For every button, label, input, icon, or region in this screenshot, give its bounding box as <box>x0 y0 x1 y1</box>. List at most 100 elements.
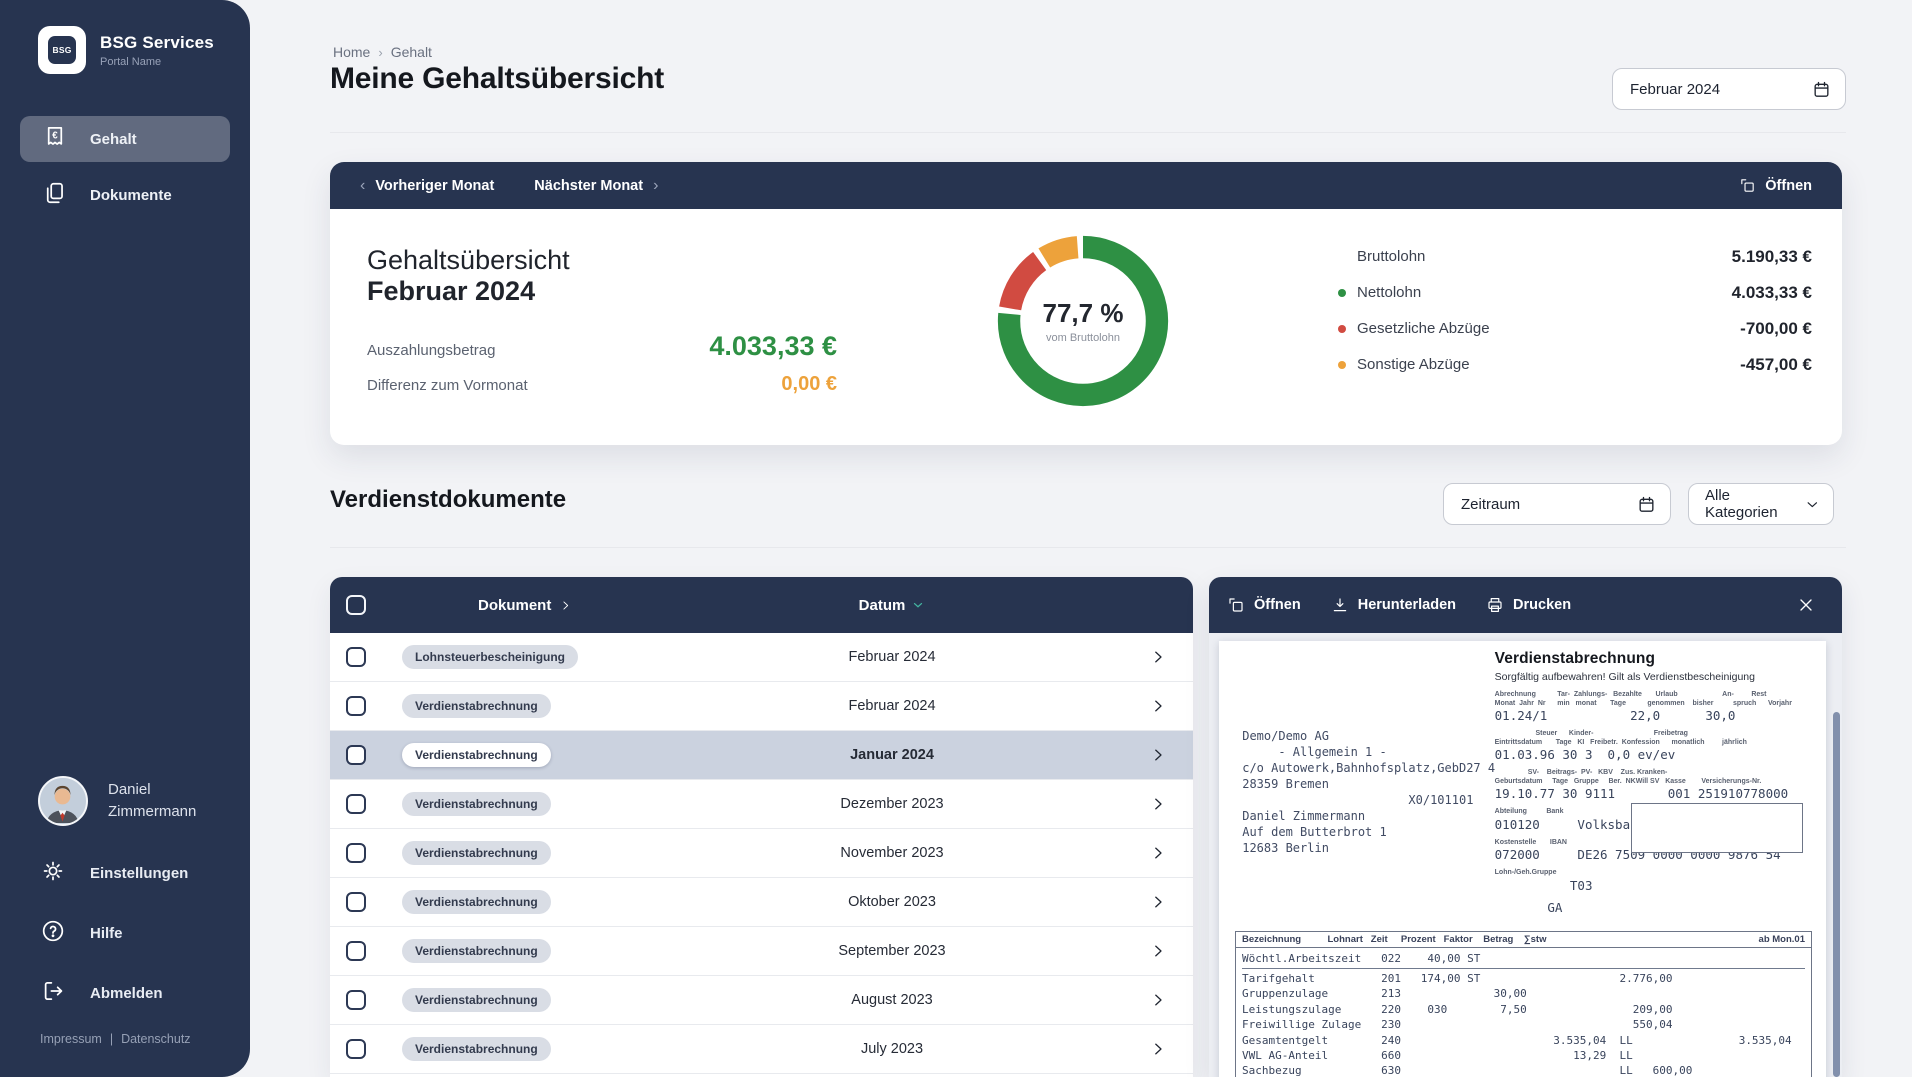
column-header-datum[interactable]: Datum <box>859 597 906 614</box>
table-row[interactable]: Lohnsteuerbescheinigung Februar 2024 <box>330 633 1193 682</box>
row-checkbox[interactable] <box>346 892 366 912</box>
sidebar-nav: € Gehalt Dokumente <box>20 116 230 218</box>
chevron-right-icon[interactable] <box>1149 844 1193 862</box>
calendar-icon <box>1637 495 1656 514</box>
chevron-right-icon[interactable] <box>1149 991 1193 1009</box>
category-filter[interactable]: Alle Kategorien <box>1688 483 1834 525</box>
document-date: July 2023 <box>861 1041 923 1057</box>
sidebar-item-gehalt[interactable]: € Gehalt <box>20 116 230 162</box>
breadcrumb-gehalt: Gehalt <box>391 44 432 60</box>
period-filter-value: Zeitraum <box>1461 496 1520 513</box>
row-checkbox[interactable] <box>346 990 366 1010</box>
help-icon <box>40 918 66 948</box>
datenschutz-link[interactable]: Datenschutz <box>121 1032 190 1046</box>
svg-text:€: € <box>52 131 58 142</box>
diff-value: 0,00 € <box>781 373 837 396</box>
impressum-link[interactable]: Impressum <box>40 1032 102 1046</box>
logout-icon <box>40 978 66 1008</box>
app-window: BSG BSG Services Portal Name € Gehalt Do… <box>0 0 1912 1077</box>
column-header-dokument[interactable]: Dokument <box>478 597 551 614</box>
table-row[interactable]: Verdienstabrechnung Dezember 2023 <box>330 780 1193 829</box>
document-date: Dezember 2023 <box>840 796 943 812</box>
chevron-right-icon[interactable] <box>1149 746 1193 764</box>
payout-row: Auszahlungsbetrag 4.033,33 € <box>367 331 837 362</box>
row-checkbox[interactable] <box>346 745 366 765</box>
row-checkbox[interactable] <box>346 1039 366 1059</box>
open-overview-button[interactable]: Öffnen <box>1739 177 1812 194</box>
breadcrumb-home[interactable]: Home <box>333 44 370 60</box>
document-type-badge: Verdienstabrechnung <box>402 988 551 1012</box>
salary-card-body: Gehaltsübersicht Februar 2024 Auszahlung… <box>330 209 1842 445</box>
chevron-right-icon[interactable] <box>1149 942 1193 960</box>
legend-item: Bruttolohn 5.190,33 € <box>1338 245 1812 268</box>
print-button[interactable]: Drucken <box>1486 596 1571 614</box>
document-date: Februar 2024 <box>848 698 935 714</box>
wage-table-period: ab Mon.01 <box>1759 934 1805 945</box>
salary-overview-card: ‹ Vorheriger Monat Nächster Monat › Öffn… <box>330 162 1842 445</box>
user-name: Daniel Zimmermann <box>108 779 196 823</box>
donut-center-label: vom Bruttolohn <box>1046 332 1120 344</box>
printer-icon <box>1486 596 1504 614</box>
document-type-badge: Verdienstabrechnung <box>402 841 551 865</box>
select-all-checkbox[interactable] <box>346 595 366 615</box>
table-row[interactable]: Verdienstabrechnung Januar 2024 <box>330 731 1193 780</box>
download-button[interactable]: Herunterladen <box>1331 596 1456 614</box>
sort-desc-icon[interactable] <box>911 598 925 612</box>
previous-month-button[interactable]: ‹ Vorheriger Monat <box>360 177 494 195</box>
document-date: Januar 2024 <box>850 747 934 763</box>
legend-dot <box>1338 325 1346 333</box>
document-date: September 2023 <box>838 943 945 959</box>
documents-icon <box>42 180 68 210</box>
wage-table-columns: Bezeichnung Lohnart Zeit Prozent Faktor … <box>1242 934 1546 945</box>
row-checkbox[interactable] <box>346 843 366 863</box>
payout-value: 4.033,33 € <box>709 331 837 362</box>
row-checkbox[interactable] <box>346 696 366 716</box>
preview-scrollbar[interactable] <box>1833 712 1840 1077</box>
table-row[interactable]: Verdienstabrechnung November 2023 <box>330 829 1193 878</box>
row-checkbox[interactable] <box>346 647 366 667</box>
row-checkbox[interactable] <box>346 941 366 961</box>
sidebar-item-label: Gehalt <box>90 131 137 148</box>
chevron-right-icon[interactable] <box>1149 893 1193 911</box>
payout-label: Auszahlungsbetrag <box>367 342 495 359</box>
donut-center-value: 77,7 % <box>1043 298 1124 329</box>
document-type-badge: Verdienstabrechnung <box>402 743 551 767</box>
document-date: Oktober 2023 <box>848 894 936 910</box>
period-filter[interactable]: Zeitraum <box>1443 483 1671 525</box>
table-row[interactable]: Verdienstabrechnung September 2023 <box>330 927 1193 976</box>
footer-separator: | <box>110 1032 113 1046</box>
close-preview-button[interactable] <box>1796 595 1816 615</box>
category-filter-value: Alle Kategorien <box>1705 487 1804 521</box>
chevron-right-icon[interactable] <box>1149 1040 1193 1058</box>
document-type-badge: Verdienstabrechnung <box>402 1037 551 1061</box>
logo-monogram: BSG <box>48 36 76 64</box>
legend-label: Bruttolohn <box>1357 248 1425 265</box>
table-header: Dokument Datum <box>330 577 1193 633</box>
chevron-right-icon[interactable] <box>1149 648 1193 666</box>
payslip-wage-table: Bezeichnung Lohnart Zeit Prozent Faktor … <box>1235 931 1812 1077</box>
table-row[interactable]: Verdienstabrechnung August 2023 <box>330 976 1193 1025</box>
table-row[interactable]: Verdienstabrechnung Februar 2024 <box>330 682 1193 731</box>
header-divider <box>330 132 1846 133</box>
open-document-button[interactable]: Öffnen <box>1227 596 1301 614</box>
month-picker[interactable]: Februar 2024 <box>1612 68 1846 110</box>
sort-icon[interactable] <box>559 599 572 612</box>
avatar <box>38 776 88 826</box>
legend-value: 4.033,33 € <box>1732 283 1812 303</box>
chevron-right-icon[interactable] <box>1149 697 1193 715</box>
table-rows: Lohnsteuerbescheinigung Februar 2024 Ver… <box>330 633 1193 1074</box>
row-checkbox[interactable] <box>346 794 366 814</box>
sidebar-item-abmelden[interactable]: Abmelden <box>40 978 163 1008</box>
diff-label: Differenz zum Vormonat <box>367 377 528 394</box>
table-row[interactable]: Verdienstabrechnung Oktober 2023 <box>330 878 1193 927</box>
chevron-right-icon[interactable] <box>1149 795 1193 813</box>
sidebar-item-einstellungen[interactable]: Einstellungen <box>40 858 188 888</box>
sidebar-item-hilfe[interactable]: Hilfe <box>40 918 123 948</box>
chevron-left-icon: ‹ <box>360 177 365 195</box>
next-month-button[interactable]: Nächster Monat › <box>534 177 658 195</box>
sidebar-item-dokumente[interactable]: Dokumente <box>20 172 230 218</box>
sidebar-footer: Impressum | Datenschutz <box>40 1032 191 1046</box>
legend-item: Sonstige Abzüge -457,00 € <box>1338 353 1812 376</box>
table-row[interactable]: Verdienstabrechnung July 2023 <box>330 1025 1193 1074</box>
user-profile[interactable]: Daniel Zimmermann <box>38 776 196 826</box>
